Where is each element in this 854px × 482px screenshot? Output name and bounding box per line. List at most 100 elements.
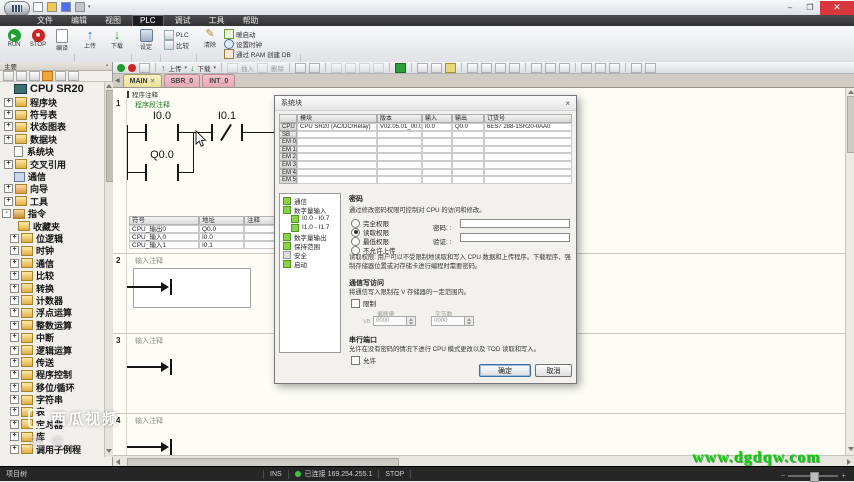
run-button[interactable]: ▶ RUN	[3, 29, 25, 48]
tree-item-counters[interactable]: +计数器	[0, 294, 104, 306]
scroll-up-icon[interactable]	[106, 84, 112, 88]
compare-button[interactable]: 比较	[164, 40, 189, 50]
tree-item-wizard[interactable]: +向导	[0, 183, 104, 195]
download-dropdown-icon[interactable]: ▾	[214, 65, 217, 71]
tree-item-instructions[interactable]: -指令	[0, 208, 104, 220]
download-button[interactable]: ↓ 下载	[104, 29, 130, 50]
print-icon[interactable]	[74, 2, 85, 12]
spin-down-icon[interactable]	[467, 322, 471, 325]
tree-item-interrupt[interactable]: +中断	[0, 331, 104, 343]
network4-comment[interactable]: 输入注释	[135, 416, 163, 426]
menu-plc[interactable]: PLC	[132, 15, 164, 26]
upload-dropdown-icon[interactable]: ▾	[185, 65, 188, 71]
network2-comment[interactable]: 输入注释	[135, 256, 163, 266]
scroll-thumb[interactable]	[847, 96, 854, 153]
run-icon[interactable]	[117, 64, 125, 72]
menu-view[interactable]: 视图	[98, 16, 128, 26]
settings-retentive-ranges[interactable]: 保持范围	[280, 241, 340, 250]
set-clock-button[interactable]: 设置时钟	[224, 39, 262, 49]
verify-input[interactable]	[460, 233, 570, 242]
module-row-em4[interactable]: EM 4	[279, 169, 572, 177]
address-toggle-icon[interactable]	[581, 63, 592, 73]
password-input[interactable]	[460, 219, 570, 228]
menu-tools[interactable]: 工具	[202, 16, 232, 26]
tab-close-icon[interactable]: ×	[151, 78, 155, 85]
network1-comment[interactable]: 程序段注释	[135, 100, 170, 110]
warm-start-button[interactable]: 暖启动	[224, 29, 256, 39]
minimize-button[interactable]: –	[780, 1, 800, 15]
tree-item-program-control[interactable]: +程序控制	[0, 369, 104, 381]
save-icon[interactable]	[60, 2, 71, 12]
tab-sbr0[interactable]: SBR_0	[164, 74, 201, 87]
next-bookmark-icon[interactable]	[345, 63, 356, 73]
upload-button[interactable]: ↑ 上传	[77, 29, 103, 50]
tab-int0[interactable]: INT_0	[202, 74, 235, 87]
selected-cell-box[interactable]	[133, 268, 251, 308]
editor-vertical-scrollbar[interactable]	[845, 88, 854, 455]
module-row-em0[interactable]: EM 0	[279, 138, 572, 146]
tree-item-cross-reference[interactable]: +交叉引用	[0, 158, 104, 170]
view-icon-2[interactable]	[16, 71, 27, 81]
force-icon[interactable]	[395, 63, 406, 73]
write-all-icon[interactable]	[445, 63, 456, 73]
tree-item-convert[interactable]: +转换	[0, 282, 104, 294]
quick-access-dropdown-icon[interactable]: ▾	[88, 4, 91, 10]
tree-item-favorites[interactable]: 收藏夹	[0, 220, 104, 232]
open-folder-icon[interactable]	[46, 2, 57, 12]
tab-main[interactable]: MAIN ×	[123, 74, 162, 87]
zoom-out-icon[interactable]: −	[781, 471, 786, 480]
tree-item-symbol-table[interactable]: +符号表	[0, 108, 104, 120]
contact-bar[interactable]	[145, 164, 147, 181]
coil-icon[interactable]	[545, 63, 556, 73]
tab-nav-left-icon[interactable]: ◀	[115, 77, 120, 84]
program-comment[interactable]: 程序注释	[132, 89, 158, 99]
compile-button[interactable]: 编译	[50, 29, 74, 52]
tree-item-bit-logic[interactable]: +位逻辑	[0, 232, 104, 244]
tree-item-status-chart[interactable]: +状态图表	[0, 121, 104, 133]
comment-toggle-icon[interactable]	[595, 63, 606, 73]
tree-item-program-block[interactable]: +程序块	[0, 96, 104, 108]
properties-icon[interactable]	[631, 63, 642, 73]
new-document-icon[interactable]	[32, 2, 43, 12]
stop-button[interactable]: ■ STOP	[26, 29, 50, 48]
view-icon-1[interactable]	[3, 71, 14, 81]
app-menu-button[interactable]	[4, 1, 30, 16]
maximize-button[interactable]: ❐	[800, 1, 820, 15]
view-icon-5[interactable]	[55, 71, 66, 81]
menu-help[interactable]: 帮助	[236, 16, 266, 26]
dialog-close-icon[interactable]: ×	[565, 99, 570, 108]
module-row-em5[interactable]: EM 5	[279, 176, 572, 184]
contact-label-q00[interactable]: Q0.0	[140, 149, 184, 161]
symbol-info-icon[interactable]	[609, 63, 620, 73]
symbol-row[interactable]: CPU_输入0 I0.0	[129, 233, 283, 241]
tree-item-tools[interactable]: +工具	[0, 195, 104, 207]
scroll-right-icon[interactable]	[847, 459, 851, 465]
menu-edit[interactable]: 编辑	[64, 16, 94, 26]
branch-up-icon[interactable]	[481, 63, 492, 73]
bytes-spinner[interactable]: 0000	[431, 316, 474, 326]
insert-network-icon[interactable]	[227, 63, 238, 73]
menu-debug[interactable]: 调试	[168, 16, 198, 26]
settings-security[interactable]: 安全	[280, 250, 340, 259]
spin-down-icon[interactable]	[409, 322, 413, 325]
tree-item-communication[interactable]: 通信	[0, 170, 104, 182]
view-icon-6[interactable]	[68, 71, 79, 81]
restrict-checkbox[interactable]: 限制	[351, 298, 376, 308]
help-icon[interactable]	[645, 63, 656, 73]
module-row-sb[interactable]: SB	[279, 131, 572, 139]
branch-down-icon[interactable]	[467, 63, 478, 73]
close-button[interactable]: ✕	[820, 1, 854, 15]
tree-item-data-block[interactable]: +数据块	[0, 133, 104, 145]
tree-item-compare[interactable]: +比较	[0, 269, 104, 281]
cancel-button[interactable]: 取消	[535, 364, 572, 377]
read-all-icon[interactable]	[431, 63, 442, 73]
menu-file[interactable]: 文件	[30, 16, 60, 26]
module-row-cpu[interactable]: CPU CPU SR20 (AC/DC/Relay) V02.05.01_00.…	[279, 123, 572, 131]
scroll-up-icon[interactable]	[848, 90, 854, 94]
view-icon-3[interactable]	[29, 71, 40, 81]
scroll-down-icon[interactable]	[848, 447, 854, 451]
zoom-slider[interactable]	[788, 475, 838, 477]
unforce-icon[interactable]	[417, 63, 428, 73]
zoom-control[interactable]: − +	[781, 471, 846, 480]
upload-label[interactable]: 上传	[169, 63, 182, 73]
